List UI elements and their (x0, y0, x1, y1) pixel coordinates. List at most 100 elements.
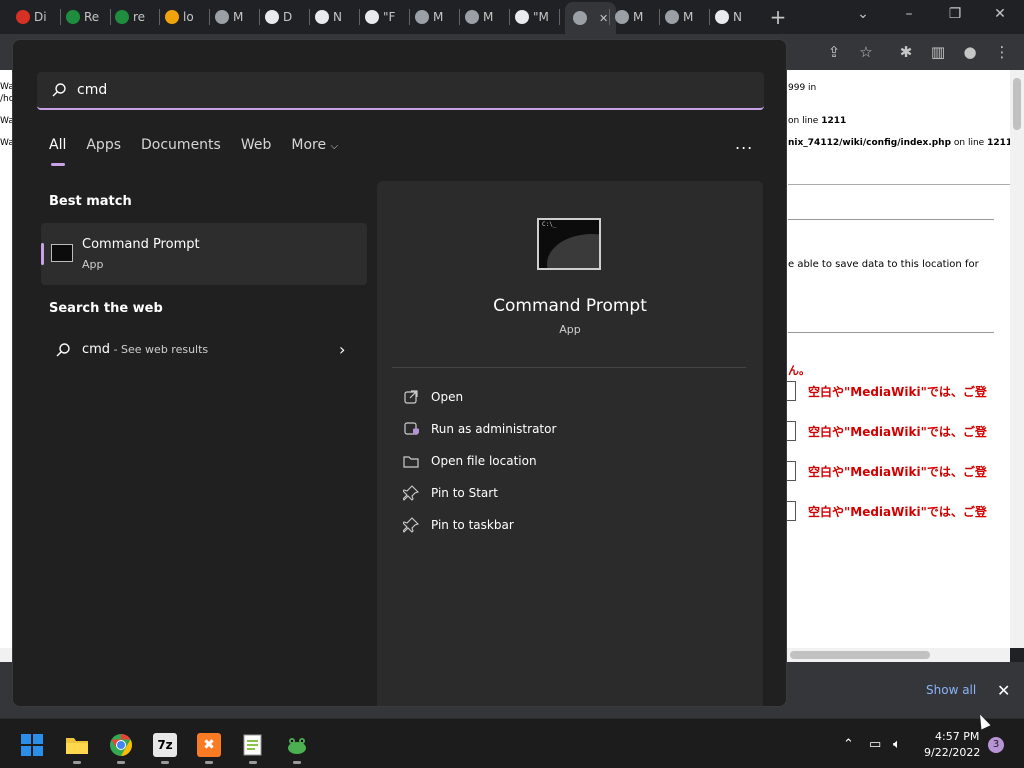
browser-tab[interactable]: M (615, 6, 643, 28)
vertical-scrollbar[interactable] (1010, 70, 1024, 648)
browser-tab[interactable]: "F (365, 6, 395, 28)
text-input-edge[interactable] (786, 381, 796, 401)
scroll-thumb[interactable] (1013, 78, 1021, 130)
browser-tab-label: N (733, 10, 742, 24)
running-indicator (117, 761, 125, 764)
running-indicator (293, 761, 301, 764)
frog-app-icon[interactable] (285, 733, 309, 757)
xampp-icon[interactable]: ✖ (197, 733, 221, 757)
result-detail-pane: C:\_ Command Prompt App Open Run as admi… (377, 181, 763, 706)
chrome-icon (715, 10, 729, 24)
network-icon[interactable]: ▭ (869, 737, 881, 752)
tab-separator (259, 9, 260, 25)
tab-all[interactable]: All (49, 137, 66, 166)
browser-tab-label: lo (183, 10, 194, 24)
browser-tab[interactable]: N (315, 6, 342, 28)
browser-tab[interactable]: lo (165, 6, 194, 28)
show-hidden-icons-chevron-icon[interactable]: ⌃ (843, 737, 854, 752)
new-tab-button[interactable]: + (768, 6, 788, 28)
divider (392, 367, 746, 368)
tab-separator (509, 9, 510, 25)
chevron-right-icon[interactable]: › (339, 340, 345, 359)
search-box[interactable] (37, 72, 764, 110)
browser-tab[interactable]: M (665, 6, 693, 28)
best-match-heading: Best match (49, 194, 132, 209)
browser-tab-label: M (433, 10, 444, 24)
open-action[interactable]: Open (403, 386, 463, 408)
divider (788, 184, 1010, 185)
text-input-edge[interactable] (786, 421, 796, 441)
browser-tab[interactable]: re (115, 6, 145, 28)
search-filter-tabs: All Apps Documents Web More ⌵ (49, 137, 358, 169)
side-panel-icon[interactable]: ▥ (928, 42, 948, 62)
share-icon[interactable]: ⇪ (824, 42, 844, 62)
chrome-icon[interactable] (109, 733, 133, 757)
shield-admin-icon (404, 422, 419, 435)
globe-icon (415, 10, 429, 24)
browser-tab-label: N (333, 10, 342, 24)
web-query: cmd - See web results (82, 342, 209, 357)
show-all-downloads-link[interactable]: Show all (926, 683, 976, 697)
7zip-icon[interactable]: 7z (153, 733, 177, 757)
error-label: 空白や"MediaWiki"では、ご登 (808, 505, 987, 519)
browser-tab[interactable]: M (215, 6, 243, 28)
browser-tab[interactable]: D (265, 6, 292, 28)
tab-separator (110, 9, 111, 25)
close-tab-icon[interactable]: ✕ (599, 12, 608, 25)
file-explorer-icon[interactable] (65, 733, 89, 757)
pin-icon (403, 517, 419, 533)
search-input[interactable] (77, 82, 677, 98)
restore-icon[interactable]: ❐ (945, 6, 965, 22)
browser-tab[interactable]: M (415, 6, 443, 28)
folder-icon (403, 456, 419, 468)
browser-menu-icon[interactable]: ⋮ (992, 42, 1012, 62)
pin-to-start-action[interactable]: Pin to Start (403, 482, 498, 504)
profile-avatar-icon[interactable]: ● (960, 42, 980, 62)
error-label: 空白や"MediaWiki"では、ご登 (808, 425, 987, 439)
tab-search-icon[interactable]: ⌄ (853, 6, 873, 22)
browser-tab[interactable]: N (715, 6, 742, 28)
notepadpp-icon[interactable] (241, 733, 265, 757)
extensions-icon[interactable]: ✱ (896, 42, 916, 62)
tab-separator (409, 9, 410, 25)
tab-documents[interactable]: Documents (141, 137, 221, 161)
run-as-admin-action[interactable]: Run as administrator (403, 418, 556, 440)
web-search-result[interactable]: cmd - See web results › (41, 332, 367, 368)
error-text: ん。 (788, 364, 810, 377)
more-options-icon[interactable]: ... (735, 134, 753, 153)
tab-apps[interactable]: Apps (86, 137, 121, 161)
bookmark-star-icon[interactable]: ☆ (856, 42, 876, 62)
browser-tab[interactable]: Re (66, 6, 99, 28)
close-window-icon[interactable]: ✕ (990, 6, 1010, 22)
warning-text: nix_74112/wiki/config/index.php on line … (788, 138, 1010, 148)
detail-app-name: Command Prompt (493, 296, 647, 316)
browser-tab[interactable]: "M (515, 6, 549, 28)
tab-separator (609, 9, 610, 25)
clock-date[interactable]: 9/22/2022 (924, 746, 980, 759)
tab-separator (159, 9, 160, 25)
volume-icon[interactable]: 🔈︎ (893, 737, 901, 752)
tab-more[interactable]: More ⌵ (291, 137, 338, 161)
start-icon[interactable] (20, 733, 44, 757)
close-download-bar-icon[interactable]: ✕ (997, 681, 1010, 700)
minimize-icon[interactable]: – (899, 6, 919, 22)
selection-accent (41, 243, 44, 265)
notification-badge[interactable]: 3 (988, 737, 1004, 753)
divider (788, 332, 994, 333)
text-input-edge[interactable] (786, 461, 796, 481)
globe-icon (215, 10, 229, 24)
tab-web[interactable]: Web (241, 137, 272, 161)
text-input-edge[interactable] (786, 501, 796, 521)
tab-separator (709, 9, 710, 25)
tab-separator (659, 9, 660, 25)
browser-tab[interactable]: M (465, 6, 493, 28)
error-label: 空白や"MediaWiki"では、ご登 (808, 385, 987, 399)
open-file-location-action[interactable]: Open file location (403, 450, 537, 472)
chevron-down-icon: ⌵ (330, 141, 339, 152)
pin-to-taskbar-action[interactable]: Pin to taskbar (403, 514, 514, 536)
clock-time[interactable]: 4:57 PM (935, 730, 979, 743)
scroll-thumb[interactable] (790, 651, 930, 659)
google-icon (515, 10, 529, 24)
browser-tab[interactable]: Di (16, 6, 47, 28)
best-match-result[interactable]: Command Prompt App (41, 223, 367, 285)
